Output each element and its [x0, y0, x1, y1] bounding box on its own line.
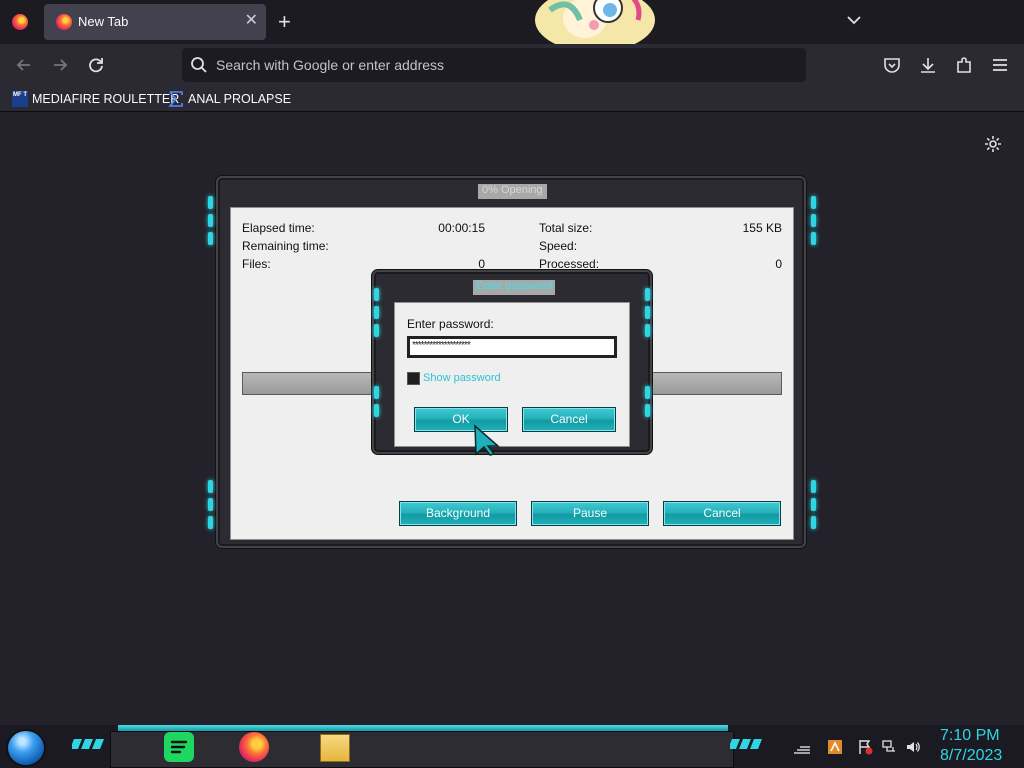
network-bars-icon[interactable] [794, 739, 810, 755]
mouse-cursor-icon [474, 424, 501, 456]
start-button[interactable] [8, 731, 44, 765]
frame-led [208, 480, 213, 493]
extract-dialog-title: 0% Opening [478, 184, 547, 199]
back-button[interactable] [13, 54, 35, 76]
frame-led [811, 214, 816, 227]
clock-date[interactable]: 8/7/2023 [940, 747, 1002, 765]
frame-led [645, 386, 650, 399]
spotify-icon[interactable] [164, 732, 194, 762]
frame-led [208, 498, 213, 511]
taskbar-chevron-decoration [730, 739, 762, 749]
frame-led [645, 288, 650, 301]
firefox-icon[interactable] [239, 732, 269, 762]
network-icon[interactable] [881, 739, 897, 755]
tab-title: New Tab [78, 14, 129, 29]
close-tab-icon[interactable]: ✕ [245, 12, 258, 30]
frame-led [208, 516, 213, 529]
firefox-icon [56, 14, 72, 30]
firefox-view-icon[interactable] [12, 14, 28, 30]
files-label: Files: [242, 257, 271, 271]
processed-label: Processed: [539, 257, 600, 271]
volume-icon[interactable] [905, 739, 921, 755]
gear-icon[interactable] [984, 135, 1002, 153]
elapsed-time-value: 00:00:15 [438, 221, 485, 235]
background-button[interactable]: Background [399, 501, 517, 526]
progress-bar [646, 372, 782, 395]
show-password-label[interactable]: Show password [423, 372, 501, 384]
frame-led [811, 480, 816, 493]
password-prompt: Enter password: [407, 317, 494, 331]
action-center-flag-icon[interactable] [857, 739, 873, 755]
bookmarks-toolbar: MF T MEDIAFIRE ROULETTER ANAL PROLAPSE [0, 86, 1024, 112]
url-bar[interactable]: Search with Google or enter address [182, 48, 806, 82]
frame-led [374, 386, 379, 399]
bookmark-label: ANAL PROLAPSE [188, 92, 292, 106]
frame-led [374, 324, 379, 337]
progress-bar [242, 372, 376, 395]
tab-new-tab[interactable]: New Tab ✕ [44, 4, 266, 40]
cancel-extract-button[interactable]: Cancel [663, 501, 781, 526]
password-dialog-title: Enter password [473, 280, 556, 295]
reload-button[interactable] [85, 54, 107, 76]
pause-button[interactable]: Pause [531, 501, 649, 526]
downloads-icon[interactable] [918, 55, 938, 75]
mediafire-icon: MF T [12, 91, 28, 107]
frame-led [374, 306, 379, 319]
frame-led [208, 232, 213, 245]
elapsed-time-label: Elapsed time: [242, 221, 315, 235]
extensions-icon[interactable] [954, 55, 974, 75]
file-explorer-icon[interactable] [320, 734, 350, 762]
remaining-time-label: Remaining time: [242, 239, 329, 253]
new-tab-button[interactable]: + [278, 9, 291, 35]
bookmark-mediafire-rouletter[interactable]: MF T MEDIAFIRE ROULETTER [12, 90, 179, 108]
frame-led [811, 232, 816, 245]
nav-toolbar: Search with Google or enter address [0, 44, 1024, 86]
forward-button[interactable] [49, 54, 71, 76]
frame-led [374, 288, 379, 301]
tab-bar: New Tab ✕ + [0, 0, 1024, 52]
frame-led [811, 498, 816, 511]
cancel-password-button[interactable]: Cancel [522, 407, 616, 432]
taskbar-app-area [110, 731, 734, 768]
password-field[interactable]: ******************** [407, 336, 617, 358]
app-tray-icon[interactable] [827, 739, 843, 755]
taskbar-chevron-decoration [72, 739, 104, 749]
show-password-checkbox[interactable] [407, 372, 420, 385]
frame-led [645, 324, 650, 337]
list-all-tabs-icon[interactable] [846, 12, 862, 28]
bookmark-label: MEDIAFIRE ROULETTER [32, 92, 180, 106]
pocket-icon[interactable] [882, 55, 902, 75]
frame-led [645, 306, 650, 319]
bookmark-second[interactable]: ANAL PROLAPSE [168, 90, 291, 108]
sigma-icon [168, 91, 183, 107]
clock-time[interactable]: 7:10 PM [940, 727, 1000, 745]
menu-icon[interactable] [990, 55, 1010, 75]
frame-led [811, 516, 816, 529]
total-size-label: Total size: [539, 221, 593, 235]
frame-led [645, 404, 650, 417]
frame-led [208, 214, 213, 227]
frame-led [208, 196, 213, 209]
frame-led [811, 196, 816, 209]
url-placeholder: Search with Google or enter address [216, 57, 445, 73]
frame-led [374, 404, 379, 417]
processed-value: 0 [775, 257, 782, 271]
search-icon [190, 56, 208, 74]
files-value: 0 [478, 257, 485, 271]
speed-label: Speed: [539, 239, 578, 253]
total-size-value: 155 KB [742, 221, 782, 235]
